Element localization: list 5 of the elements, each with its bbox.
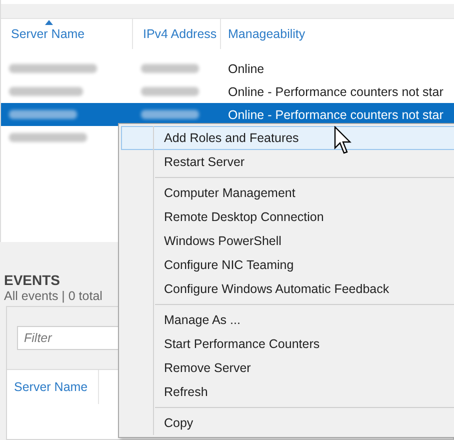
events-summary: All events | 0 total [4,289,102,303]
table-cell-text: Online [227,62,266,76]
section-title: EVENTS [4,272,60,288]
table-cell-text: Online - Performance counters not star [227,84,444,98]
table-cell-text: Online - Performance counters not star [227,108,444,122]
